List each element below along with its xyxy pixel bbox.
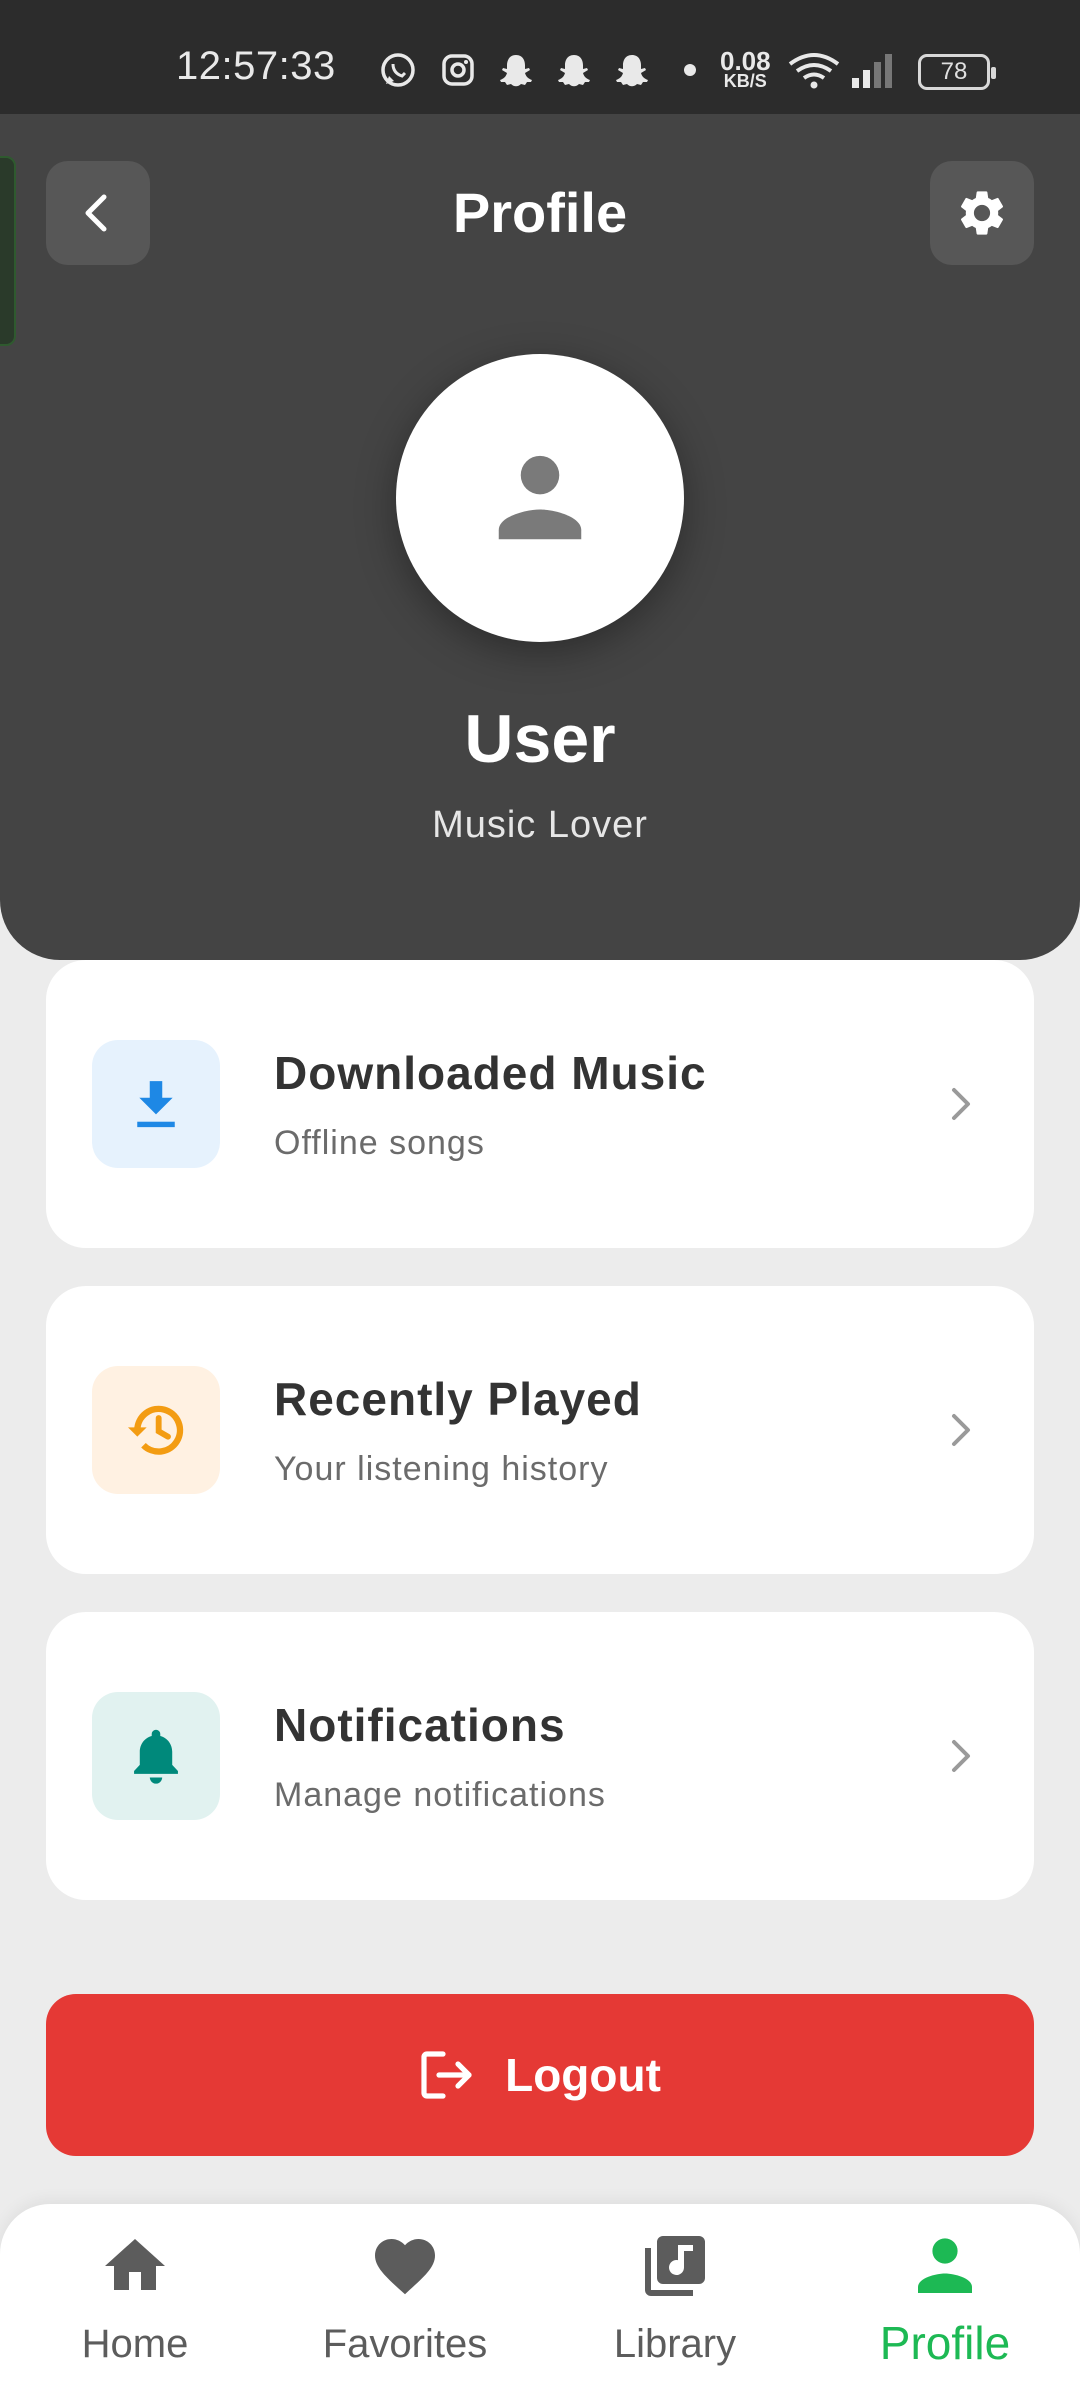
menu-item-subtitle: Your listening history xyxy=(274,1450,609,1488)
network-speed: 0.08 KB/S xyxy=(720,46,771,91)
user-subtitle: Music Lover xyxy=(432,804,648,846)
status-time: 12:57:33 xyxy=(176,44,336,88)
page-title: Profile xyxy=(452,181,628,244)
home-icon xyxy=(105,2239,165,2290)
wifi-icon xyxy=(788,53,840,89)
menu-item-notifications[interactable]: Notifications Manage notifications xyxy=(46,1612,1034,1900)
dot-icon xyxy=(684,64,696,76)
menu-item-recently-played[interactable]: Recently Played Your listening history xyxy=(46,1286,1034,1574)
chevron-right-icon xyxy=(952,1414,970,1446)
person-icon xyxy=(918,2238,972,2293)
menu-item-subtitle: Manage notifications xyxy=(274,1776,606,1814)
snapchat-icon xyxy=(500,55,532,87)
logout-icon xyxy=(421,2051,472,2099)
history-icon xyxy=(128,1405,184,1455)
bell-icon-badge xyxy=(92,1692,220,1820)
menu-item-title: Downloaded Music xyxy=(274,1047,707,1099)
bottom-nav: Home Favorites Library Profile xyxy=(0,2204,1080,2400)
nav-item-profile[interactable]: Profile xyxy=(810,2204,1080,2400)
nav-item-favorites[interactable]: Favorites xyxy=(270,2204,540,2400)
nav-label: Favorites xyxy=(322,2322,488,2366)
download-icon xyxy=(137,1081,175,1128)
signal-icon xyxy=(852,54,892,88)
nav-item-library[interactable]: Library xyxy=(540,2204,810,2400)
chevron-right-icon xyxy=(952,1088,970,1120)
download-icon-badge xyxy=(92,1040,220,1168)
heart-icon xyxy=(375,2239,435,2295)
menu-item-downloaded-music[interactable]: Downloaded Music Offline songs xyxy=(46,960,1034,1248)
menu-item-subtitle: Offline songs xyxy=(274,1124,485,1162)
status-bar: 12:57:33 0.08 KB/S 78 xyxy=(0,0,1080,114)
chevron-right-icon xyxy=(952,1740,970,1772)
nav-label: Profile xyxy=(879,2317,1011,2369)
snapchat-icon xyxy=(616,55,648,87)
history-icon-badge xyxy=(92,1366,220,1494)
person-icon xyxy=(498,455,582,540)
battery-icon: 78 xyxy=(918,54,996,90)
menu-item-title: Notifications xyxy=(274,1699,566,1751)
menu-item-title: Recently Played xyxy=(274,1373,642,1425)
gear-icon xyxy=(960,191,1004,235)
library-music-icon xyxy=(645,2236,705,2296)
settings-button[interactable] xyxy=(930,161,1034,265)
avatar[interactable] xyxy=(396,354,684,642)
instagram-icon xyxy=(442,54,474,86)
nav-item-home[interactable]: Home xyxy=(0,2204,270,2400)
snapchat-icon xyxy=(558,55,590,87)
user-name: User xyxy=(464,701,616,777)
logout-button[interactable]: Logout xyxy=(46,1994,1034,2156)
bell-icon xyxy=(134,1729,178,1784)
nav-label: Home xyxy=(81,2322,189,2366)
whatsapp-icon xyxy=(381,53,415,87)
nav-label: Library xyxy=(613,2322,737,2366)
logout-label: Logout xyxy=(505,2049,661,2101)
